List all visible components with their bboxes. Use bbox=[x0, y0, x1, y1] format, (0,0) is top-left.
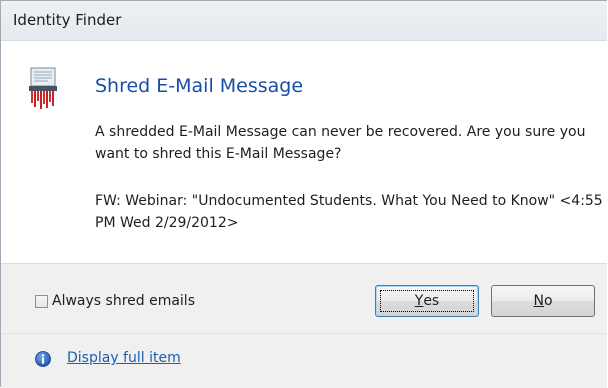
checkbox-box[interactable] bbox=[35, 294, 48, 308]
window-title: Identity Finder bbox=[13, 11, 122, 29]
title-bar[interactable]: Identity Finder bbox=[1, 1, 607, 41]
email-item-description: FW: Webinar: "Undocumented Students. Wha… bbox=[95, 193, 603, 231]
shredder-icon bbox=[29, 67, 57, 109]
checkbox-label[interactable]: Always shred emails bbox=[52, 293, 195, 309]
display-full-item-link[interactable]: Display full item bbox=[67, 350, 181, 366]
dialog-content: Shred E-Mail Message A shredded E-Mail M… bbox=[1, 41, 607, 262]
dialog-window: Identity Finder Shred E-Mail Message A s… bbox=[0, 0, 607, 388]
dialog-heading: Shred E-Mail Message bbox=[95, 75, 304, 97]
dialog-footer: Always shred emails Yes No Display full … bbox=[1, 263, 607, 388]
no-mnemonic: N bbox=[533, 293, 544, 309]
dialog-message: A shredded E-Mail Message can never be r… bbox=[95, 124, 586, 162]
yes-button[interactable]: Yes bbox=[375, 285, 479, 317]
focus-rectangle bbox=[380, 290, 474, 312]
always-shred-checkbox[interactable]: Always shred emails bbox=[35, 292, 195, 310]
info-icon bbox=[35, 351, 51, 367]
footer-divider bbox=[1, 333, 607, 334]
no-label-rest: o bbox=[543, 293, 553, 309]
no-button[interactable]: No bbox=[491, 285, 595, 317]
